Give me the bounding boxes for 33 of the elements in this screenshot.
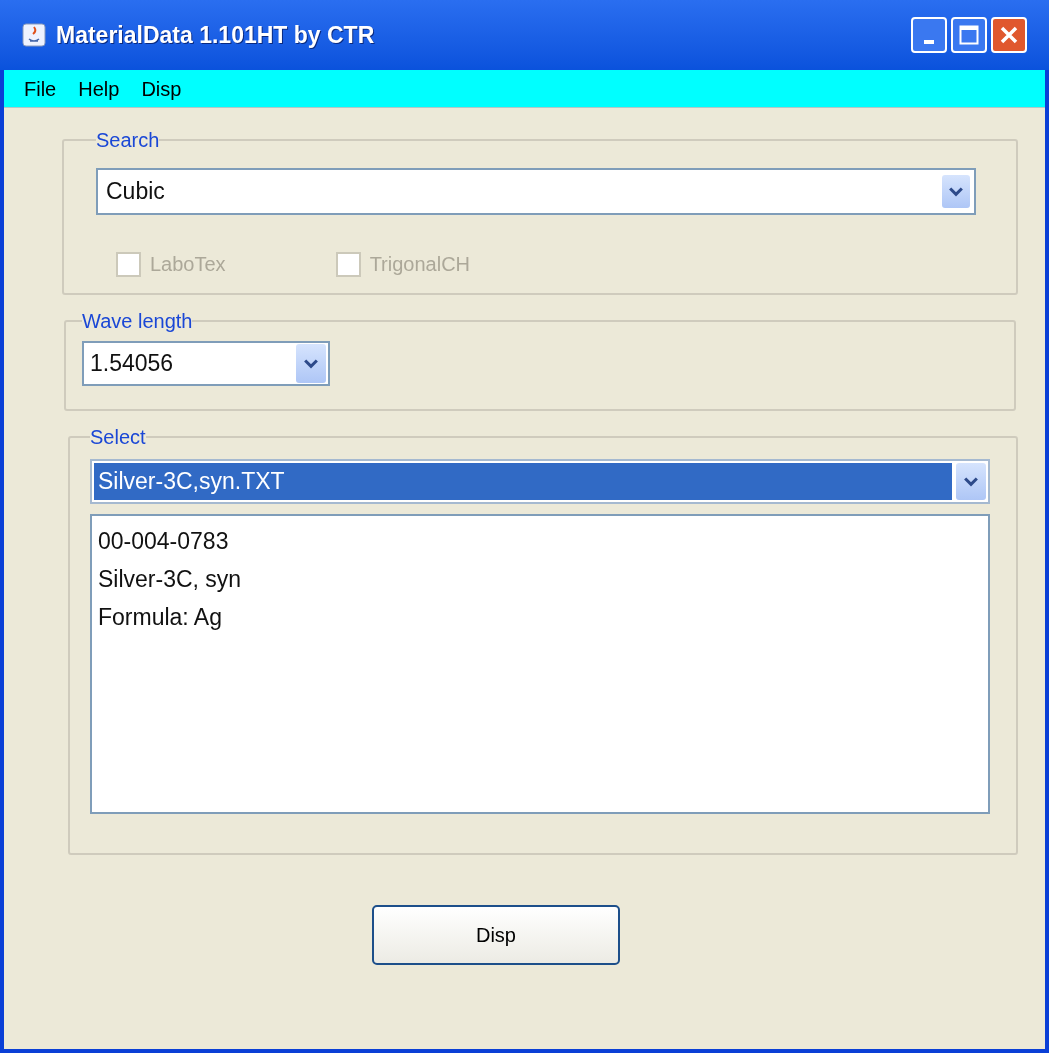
close-button[interactable] bbox=[991, 17, 1027, 53]
dropdown-value: Cubic bbox=[106, 177, 166, 207]
detail-line: Formula: Ag bbox=[98, 603, 223, 632]
dropdown-value: Silver-3C,syn.TXT bbox=[94, 463, 952, 500]
dropdown-value: 1.54056 bbox=[90, 349, 175, 379]
dropdown-arrow-button[interactable] bbox=[942, 175, 970, 208]
app-icon bbox=[22, 23, 46, 47]
minimize-button[interactable] bbox=[911, 17, 947, 53]
file-dropdown[interactable]: Silver-3C,syn.TXT bbox=[90, 459, 990, 504]
group-label: Wave length bbox=[82, 311, 193, 331]
checkbox-label: TrigonalCH bbox=[369, 252, 471, 277]
details-text-area[interactable]: 00-004-0783 Silver-3C, syn Formula: Ag bbox=[90, 514, 990, 814]
menu-item[interactable]: Disp bbox=[141, 73, 182, 104]
maximize-icon bbox=[959, 25, 979, 45]
close-icon bbox=[999, 25, 1019, 45]
chevron-down-icon bbox=[304, 358, 318, 369]
disp-button[interactable]: Disp bbox=[372, 905, 620, 965]
window-title: MaterialData 1.101HT by CTR bbox=[56, 20, 375, 50]
chevron-down-icon bbox=[949, 186, 963, 197]
dropdown-arrow-button[interactable] bbox=[956, 463, 986, 500]
menu-item[interactable]: File bbox=[24, 73, 57, 104]
detail-line: 00-004-0783 bbox=[98, 527, 230, 556]
group-label: Select bbox=[90, 427, 146, 447]
group-label: Search bbox=[96, 130, 160, 150]
maximize-button[interactable] bbox=[951, 17, 987, 53]
checkbox-label: LaboTex bbox=[150, 252, 226, 277]
menu-item[interactable]: Help bbox=[78, 73, 120, 104]
dropdown-arrow-button[interactable] bbox=[296, 344, 326, 383]
wave-length-dropdown[interactable]: 1.54056 bbox=[82, 341, 330, 386]
minimize-icon bbox=[924, 40, 934, 44]
search-dropdown[interactable]: Cubic bbox=[96, 168, 976, 215]
detail-line: Silver-3C, syn bbox=[98, 565, 243, 594]
chevron-down-icon bbox=[964, 476, 978, 487]
